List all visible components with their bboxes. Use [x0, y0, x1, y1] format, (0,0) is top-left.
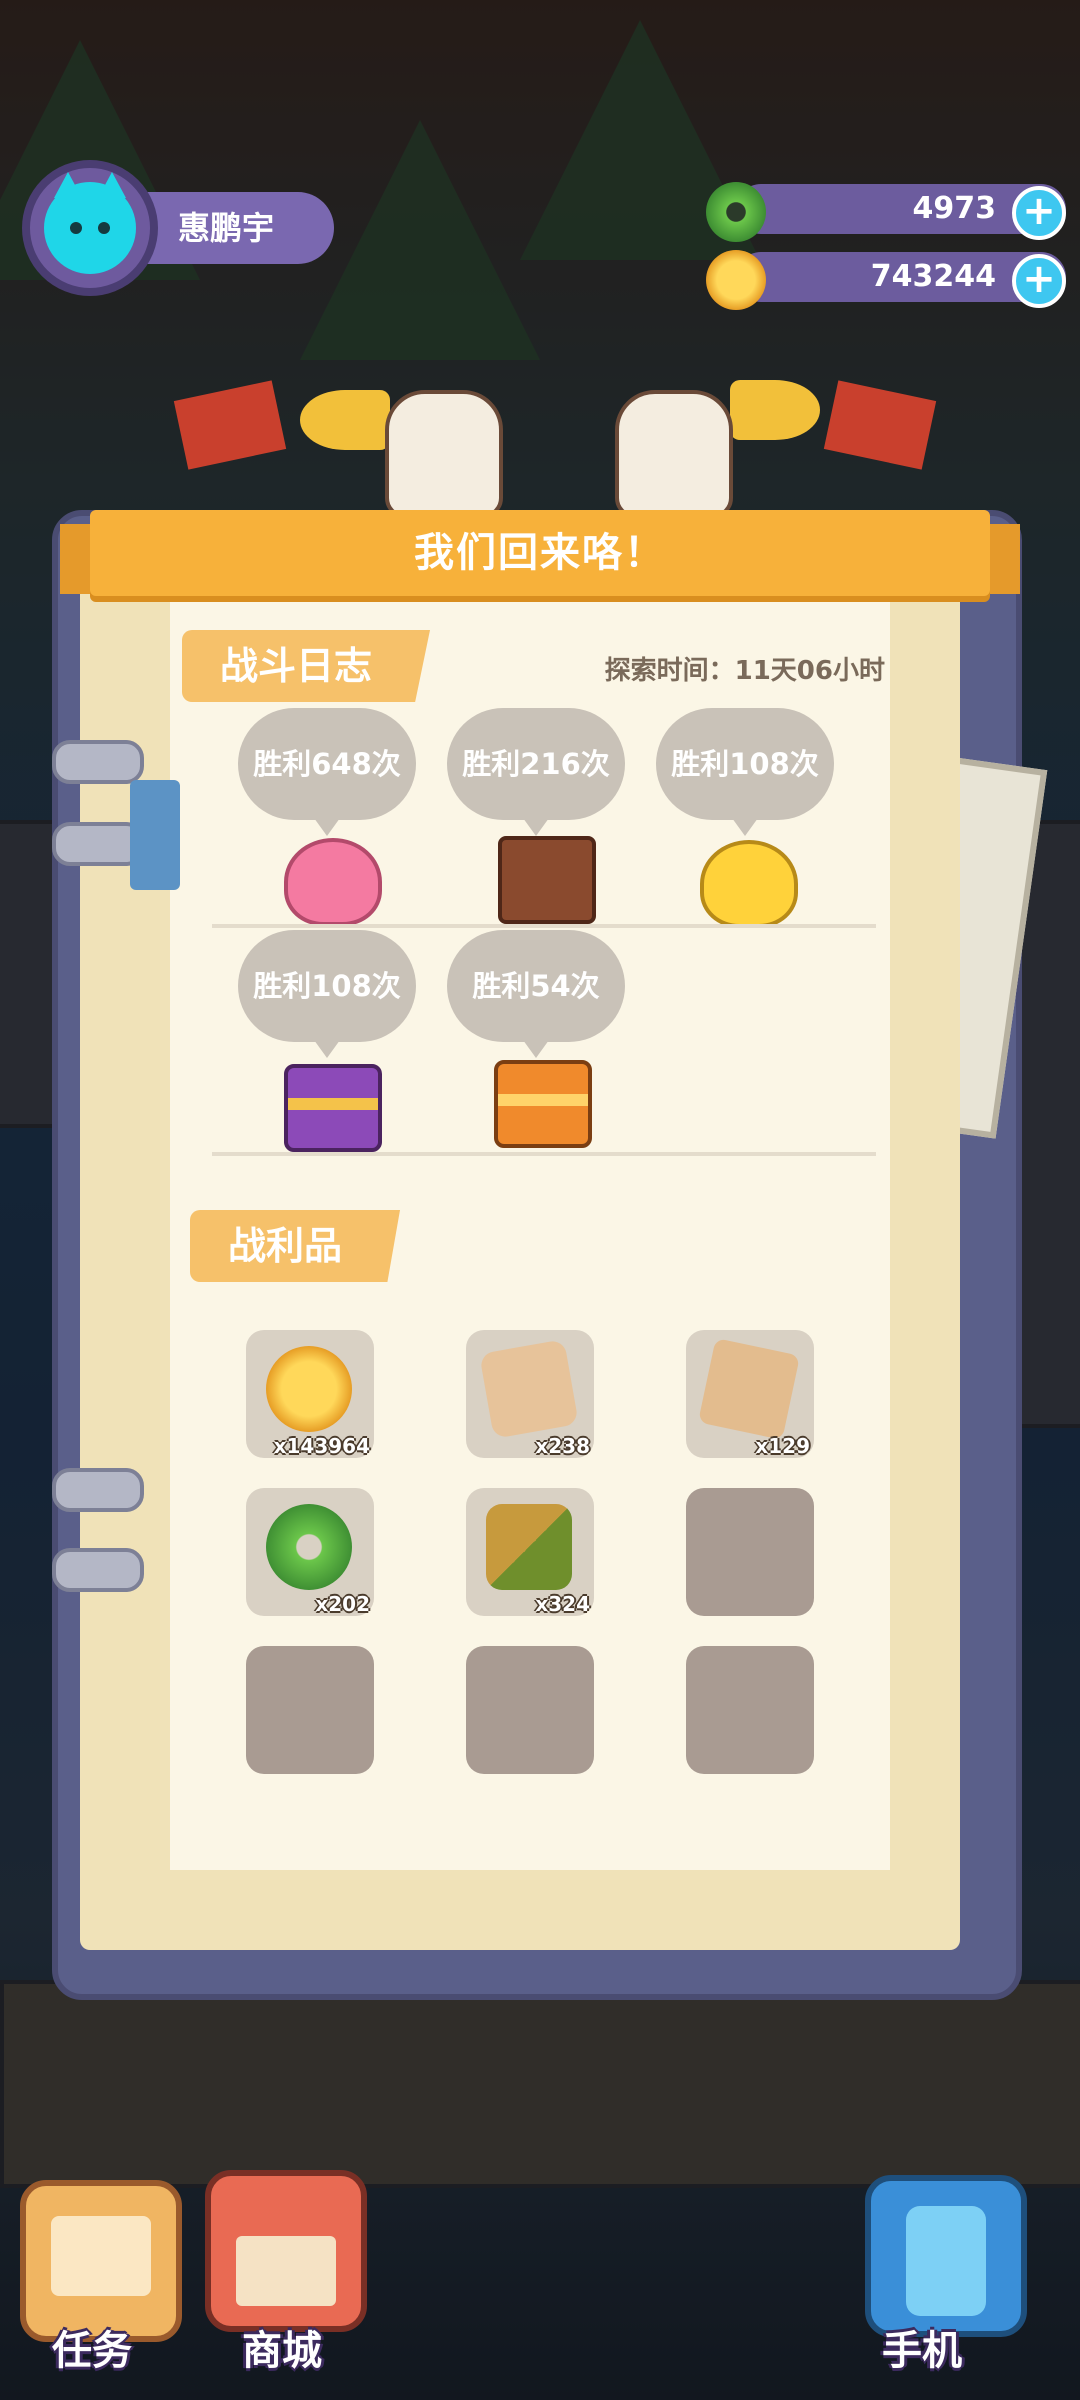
loot-slot[interactable]: x238: [466, 1330, 594, 1458]
wood-log-icon: [486, 1504, 572, 1590]
empty-loot-slot: [686, 1646, 814, 1774]
avatar[interactable]: [22, 160, 158, 296]
victory-count: 胜利216次: [447, 708, 625, 836]
cat-avatar-icon: [44, 172, 136, 274]
victory-count: 胜利648次: [238, 708, 416, 836]
add-gold-button[interactable]: +: [1012, 254, 1066, 308]
shop-label: 商城: [242, 2328, 322, 2374]
phone-icon: [906, 2206, 986, 2316]
left-cat-icon: [385, 390, 503, 518]
loot-slot[interactable]: x129: [686, 1330, 814, 1458]
gold-coin-icon: [266, 1346, 352, 1432]
green-donut-icon: [706, 182, 766, 242]
loot-count: x143964: [273, 1434, 370, 1458]
empty-loot-slot: [686, 1488, 814, 1616]
binder-ring: [52, 1548, 144, 1592]
gold-planet-coin-icon: [706, 250, 766, 310]
left-trumpet-icon: [300, 390, 390, 450]
pink-slime-icon: [284, 838, 382, 926]
victory-count: 胜利54次: [447, 930, 625, 1058]
green-donut-icon: [266, 1504, 352, 1590]
loot-slot[interactable]: x202: [246, 1488, 374, 1616]
loot-count: x238: [535, 1434, 590, 1458]
yellow-slime-icon: [700, 840, 798, 928]
loot-slot[interactable]: x143964: [246, 1330, 374, 1458]
right-trumpet-icon: [730, 380, 820, 440]
shop-button[interactable]: [205, 2170, 367, 2332]
victory-count: 胜利108次: [238, 930, 416, 1058]
loot-count: x129: [755, 1434, 810, 1458]
book-icon: [51, 2216, 151, 2296]
currency-gold: 743244 +: [706, 248, 1066, 310]
shelf-line: [212, 924, 876, 928]
empty-loot-slot: [466, 1646, 594, 1774]
phone-button[interactable]: [865, 2175, 1027, 2337]
phone-label: 手机: [882, 2328, 962, 2374]
explore-time: 探索时间：11天06小时: [604, 656, 885, 686]
right-cat-icon: [615, 390, 733, 518]
orange-chest-monster-icon: [494, 1060, 592, 1148]
map-fragment-icon: [697, 1337, 801, 1441]
tasks-label: 任务: [52, 2328, 132, 2374]
loot-heading: 战利品: [190, 1210, 401, 1282]
loot-count: x324: [535, 1592, 590, 1616]
binder-ring: [52, 740, 144, 784]
treasure-mimic-icon: [498, 836, 596, 924]
binder-ring: [52, 1468, 144, 1512]
purple-chest-monster-icon: [284, 1064, 382, 1152]
paper-clip-icon: [130, 780, 180, 890]
currency-donut: 4973 +: [706, 180, 1066, 242]
battle-log-heading: 战斗日志: [182, 630, 431, 702]
add-donut-button[interactable]: +: [1012, 186, 1066, 240]
empty-loot-slot: [246, 1646, 374, 1774]
player-profile[interactable]: 惠鹏宇: [22, 160, 335, 296]
loot-count: x202: [315, 1592, 370, 1616]
victory-count: 胜利108次: [656, 708, 834, 836]
shelf-line: [212, 1152, 876, 1156]
dialog-title: 我们回来咯！: [90, 510, 990, 596]
loot-slot[interactable]: x324: [466, 1488, 594, 1616]
shop-icon: [236, 2236, 336, 2306]
map-scroll-icon: [479, 1339, 579, 1439]
